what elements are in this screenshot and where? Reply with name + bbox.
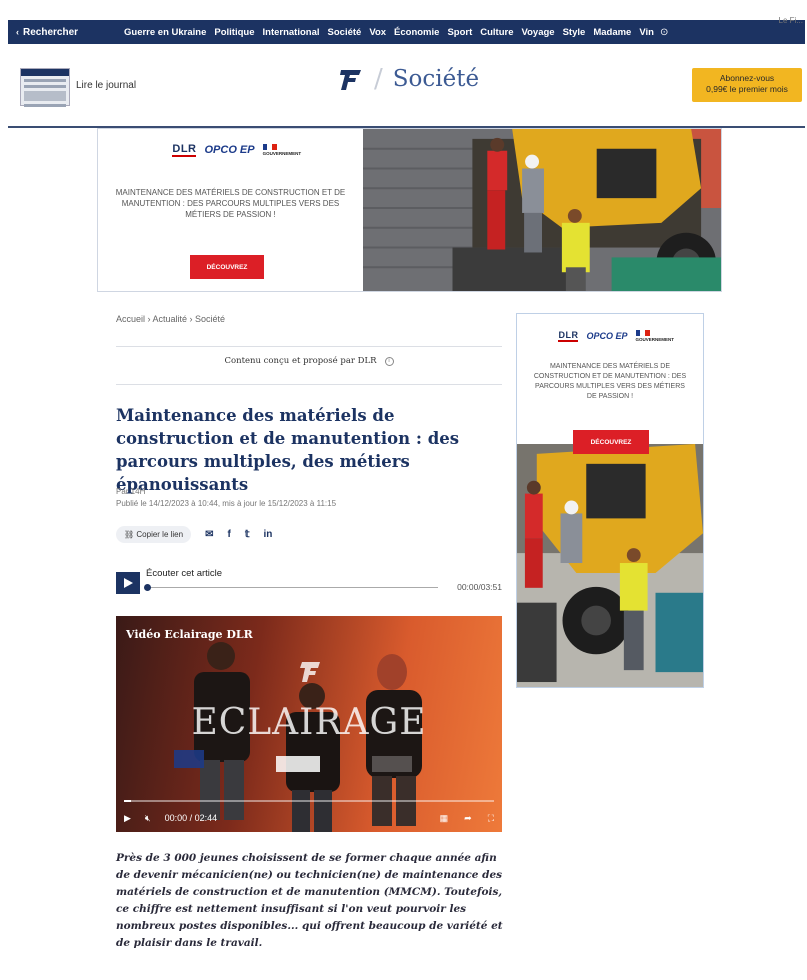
nav-link[interactable]: Société (328, 27, 362, 38)
author: Par 14H (116, 487, 146, 496)
audio-time: 00:00/03:51 (457, 582, 502, 592)
dlr-logo: DLR (172, 143, 197, 157)
section-title: Société (392, 66, 480, 92)
facebook-icon[interactable]: f (227, 529, 230, 540)
read-journal-link[interactable]: Lire le journal (76, 80, 136, 91)
video-time: 00:00 / 02:44 (164, 813, 218, 823)
opco-ep-logo: OPCO EP (204, 144, 255, 156)
video-player[interactable]: Vidéo Eclairage DLR ECLAIRAGE ▶ 🔇︎ 00:00… (116, 616, 502, 832)
audio-progress-track[interactable] (146, 587, 438, 588)
nav-link[interactable]: Économie (394, 27, 439, 38)
twitter-icon[interactable]: 𝕥 (245, 529, 250, 540)
discover-button[interactable]: DÉCOUVREZ (190, 255, 264, 279)
link-icon: ⛓ (124, 530, 135, 539)
audio-play-button[interactable] (116, 572, 140, 594)
video-title: Vidéo Eclairage DLR (126, 628, 253, 641)
article-lede: Près de 3 000 jeunes choisissent de se f… (116, 852, 503, 949)
subscribe-label: Abonnez-vous (719, 73, 775, 83)
nav-link[interactable]: Sport (447, 27, 472, 38)
grid-icon[interactable]: ▦ (440, 813, 449, 824)
nav-link[interactable]: Style (563, 27, 586, 38)
corner-text: Le Fi... (778, 16, 803, 25)
video-overlay-word: ECLAIRAGE (191, 702, 427, 743)
byline: Par 14H Publié le 14/12/2023 à 10:44, mi… (116, 486, 336, 510)
search-label: Rechercher (23, 26, 79, 38)
subscribe-button[interactable]: Abonnez-vous 0,99€ le premier mois (692, 68, 802, 102)
site-header: Lire le journal / Société Abonnez-vous 0… (8, 46, 805, 128)
chevron-left-icon: ‹ (16, 27, 19, 37)
ad-logos: DLR OPCO EP GOUVERNEMENT (98, 143, 363, 157)
opco-ep-logo: OPCO EP (586, 331, 628, 341)
video-controls: ▶ 🔇︎ 00:00 / 02:44 ▦ ➦ ⛶ (116, 804, 502, 832)
ad-photo (517, 444, 703, 687)
share-bar: ⛓ Copier le lien ✉ f 𝕥 in (116, 526, 272, 543)
location-pin-icon[interactable]: ⊙ (660, 27, 668, 38)
search-button[interactable]: ‹ Rechercher (16, 27, 124, 38)
play-icon (124, 578, 133, 588)
discover-button[interactable]: DÉCOUVREZ (573, 430, 649, 454)
divider (116, 384, 502, 385)
gouvernement-logo: GOUVERNEMENT (262, 144, 301, 156)
audio-progress-knob[interactable] (144, 584, 151, 591)
nav-link[interactable]: Vox (369, 27, 386, 38)
share-icon[interactable]: ➦ (464, 813, 472, 824)
mail-icon[interactable]: ✉ (205, 529, 213, 540)
fullscreen-icon[interactable]: ⛶ (488, 813, 494, 824)
publish-date: Publié le 14/12/2023 à 10:44, mis à jour… (116, 499, 337, 508)
copy-link-label: Copier le lien (136, 530, 184, 539)
site-logo[interactable]: / Société (338, 64, 479, 94)
nav-link[interactable]: Culture (480, 27, 513, 38)
info-icon[interactable]: i (384, 357, 394, 366)
audio-player: Écouter cet article 00:00/03:51 (116, 566, 502, 596)
nav-link[interactable]: Politique (214, 27, 254, 38)
top-nav-bar: ‹ Rechercher Guerre en Ukraine Politique I… (8, 20, 805, 44)
subscribe-offer: 0,99€ le premier mois (706, 84, 788, 94)
sidebar-ad[interactable]: DLR OPCO EP GOUVERNEMENT MAINTENANCE DES… (516, 313, 704, 688)
dlr-logo: DLR (558, 330, 579, 342)
logo-slash: / (374, 64, 383, 94)
ad-photo (363, 129, 721, 291)
nav-link[interactable]: Voyage (522, 27, 555, 38)
linkedin-icon[interactable]: in (263, 529, 272, 540)
mute-icon[interactable]: 🔇︎ (145, 813, 151, 824)
divider (116, 346, 502, 347)
nav-link[interactable]: Madame (593, 27, 631, 38)
nav-link[interactable]: Vin (639, 27, 654, 38)
listen-label: Écouter cet article (146, 568, 223, 579)
breadcrumb[interactable]: Accueil › Actualité › Société (116, 314, 225, 324)
sponsor-note: Contenu conçu et proposé par DLR i (116, 356, 502, 366)
sponsor-text: Contenu conçu et proposé par DLR (224, 356, 377, 366)
top-banner-ad[interactable]: DLR OPCO EP GOUVERNEMENT MAINTENANCE DES… (97, 128, 722, 292)
ad-tagline: MAINTENANCE DES MATÉRIELS DE CONSTRUCTIO… (533, 363, 687, 400)
copy-link-button[interactable]: ⛓ Copier le lien (116, 526, 192, 543)
nav-link[interactable]: International (263, 27, 320, 38)
nav-links: Guerre en Ukraine Politique International S… (124, 27, 654, 38)
nav-link[interactable]: Guerre en Ukraine (124, 27, 206, 38)
ad-tagline: MAINTENANCE DES MATÉRIELS DE CONSTRUCTIO… (115, 188, 346, 219)
play-icon[interactable]: ▶ (124, 813, 131, 824)
gouvernement-logo: GOUVERNEMENT (635, 330, 674, 342)
newspaper-thumbnail[interactable] (20, 68, 70, 107)
article-title: Maintenance des matériels de constructio… (116, 406, 460, 494)
video-progress-bar[interactable] (124, 800, 494, 802)
le-figaro-logo-icon (340, 70, 361, 90)
ad-logos: DLR OPCO EP GOUVERNEMENT (517, 330, 703, 342)
